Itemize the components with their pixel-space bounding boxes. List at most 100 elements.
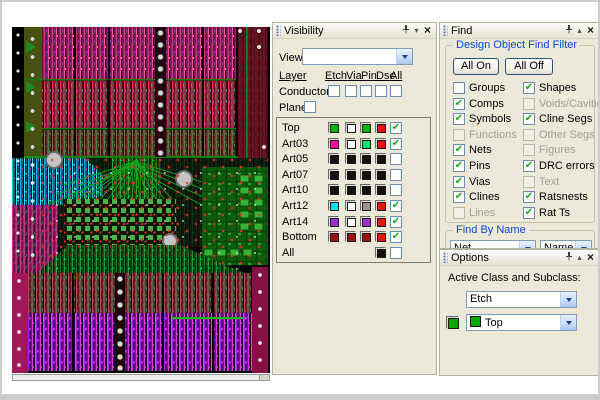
layer-all-checkbox[interactable] [390, 184, 402, 196]
chevron-down-icon[interactable] [575, 241, 591, 249]
planes-checkbox[interactable] [304, 101, 316, 113]
via-column-header[interactable]: Via [346, 70, 362, 82]
pin-icon[interactable] [563, 252, 574, 264]
find-checkbox-symbols[interactable]: ✔ [453, 113, 465, 125]
layer-all-checkbox[interactable] [390, 247, 402, 259]
layer-column-header[interactable]: Layer [279, 70, 307, 82]
layer-dsc-swatch[interactable] [375, 247, 386, 258]
layer-pin-swatch[interactable] [360, 153, 371, 164]
conductors-etch-checkbox[interactable] [328, 85, 340, 97]
pin-icon[interactable] [400, 25, 411, 37]
layer-all-checkbox[interactable] [390, 153, 402, 165]
find-checkbox-drc-errors[interactable]: ✔ [523, 160, 535, 172]
views-combo[interactable] [302, 48, 413, 65]
active-subclass-combo[interactable]: Top [466, 314, 577, 331]
options-titlebar[interactable]: Options ▴ × [440, 250, 599, 266]
grip-icon[interactable] [276, 25, 281, 36]
layer-dsc-swatch[interactable] [375, 184, 386, 195]
layer-etch-swatch[interactable] [328, 122, 339, 133]
find-checkbox-groups[interactable] [453, 82, 465, 94]
all-off-button[interactable]: All Off [505, 58, 553, 75]
chevron-down-icon[interactable] [560, 292, 576, 307]
chevron-down-icon[interactable] [519, 241, 535, 249]
layer-etch-swatch[interactable] [328, 138, 339, 149]
layer-pin-swatch[interactable] [360, 169, 371, 180]
layer-pin-swatch[interactable] [360, 200, 371, 211]
chevron-down-icon[interactable] [560, 315, 576, 330]
layer-pin-swatch[interactable] [360, 231, 371, 242]
layer-etch-swatch[interactable] [328, 184, 339, 195]
layer-pin-swatch[interactable] [360, 138, 371, 149]
layer-etch-swatch[interactable] [328, 231, 339, 242]
layer-dsc-swatch[interactable] [375, 216, 386, 227]
find-titlebar[interactable]: Find ▴ × [440, 23, 599, 39]
find-checkbox-pins[interactable]: ✔ [453, 160, 465, 172]
all-on-button[interactable]: All On [453, 58, 499, 75]
grip-icon[interactable] [443, 252, 448, 263]
collapse-icon[interactable]: ▾ [411, 25, 422, 36]
layer-all-checkbox[interactable]: ✔ [390, 231, 402, 243]
layer-via-swatch[interactable] [345, 184, 356, 195]
visibility-titlebar[interactable]: Visibility ▾ × [273, 23, 436, 39]
layer-via-swatch[interactable] [345, 169, 356, 180]
layer-dsc-swatch[interactable] [375, 122, 386, 133]
layer-etch-swatch[interactable] [328, 153, 339, 164]
chevron-down-icon[interactable] [396, 49, 412, 64]
pcb-hscrollbar[interactable] [12, 374, 270, 381]
find-checkbox-rat-ts[interactable]: ✔ [523, 207, 535, 219]
find-checkbox-vias[interactable]: ✔ [453, 176, 465, 188]
find-checkbox-clines[interactable]: ✔ [453, 191, 465, 203]
pcb-canvas[interactable] [12, 27, 270, 373]
layer-via-swatch[interactable] [345, 231, 356, 242]
layer-all-checkbox[interactable]: ✔ [390, 122, 402, 134]
layer-pin-swatch[interactable] [360, 184, 371, 195]
pin-icon[interactable] [563, 25, 574, 37]
layer-all-checkbox[interactable]: ✔ [390, 200, 402, 212]
layer-dsc-swatch[interactable] [375, 153, 386, 164]
group-title: Design Object Find Filter [453, 39, 580, 51]
layer-etch-swatch[interactable] [328, 216, 339, 227]
layer-via-swatch[interactable] [345, 122, 356, 133]
close-icon[interactable]: × [422, 25, 433, 36]
layer-all-checkbox[interactable]: ✔ [390, 216, 402, 228]
layer-dsc-swatch[interactable] [375, 169, 386, 180]
subclass-name: Top [485, 317, 503, 329]
collapse-icon[interactable]: ▴ [574, 25, 585, 36]
layer-pin-swatch[interactable] [360, 122, 371, 133]
layer-via-swatch[interactable] [345, 153, 356, 164]
find-checkbox-comps[interactable]: ✔ [453, 98, 465, 110]
conductors-all-checkbox[interactable] [390, 85, 402, 97]
close-icon[interactable]: × [585, 25, 596, 36]
layer-via-swatch[interactable] [345, 200, 356, 211]
layer-via-swatch[interactable] [345, 216, 356, 227]
layer-dsc-swatch[interactable] [375, 200, 386, 211]
find-checkbox-cline-segs[interactable]: ✔ [523, 113, 535, 125]
collapse-icon[interactable]: ▴ [574, 252, 585, 263]
find-by-name-type-combo[interactable]: Net [450, 240, 536, 249]
find-label-voids-cavities: Voids/Cavities [539, 98, 600, 110]
grip-icon[interactable] [443, 25, 448, 36]
close-icon[interactable]: × [585, 252, 596, 263]
find-checkbox-nets[interactable]: ✔ [453, 144, 465, 156]
all-column-header[interactable]: All [390, 70, 402, 82]
layer-etch-swatch[interactable] [328, 200, 339, 211]
active-class-combo[interactable]: Etch [466, 291, 577, 308]
conductors-via-checkbox[interactable] [345, 85, 357, 97]
find-checkbox-ratsnests[interactable]: ✔ [523, 191, 535, 203]
find-checkbox-shapes[interactable]: ✔ [523, 82, 535, 94]
layer-pin-swatch[interactable] [360, 216, 371, 227]
find-by-name-mode-combo[interactable]: Name [540, 240, 592, 249]
layer-all-checkbox[interactable] [390, 169, 402, 181]
pin-column-header[interactable]: Pin [361, 70, 377, 82]
etch-column-header[interactable]: Etch [325, 70, 347, 82]
subclass-color-swatch[interactable] [446, 316, 459, 329]
conductors-pin-checkbox[interactable] [360, 85, 372, 97]
scrollbar-button[interactable] [259, 375, 269, 380]
layer-etch-swatch[interactable] [328, 169, 339, 180]
conductors-dsc-checkbox[interactable] [375, 85, 387, 97]
layer-dsc-swatch[interactable] [375, 138, 386, 149]
layer-via-swatch[interactable] [345, 138, 356, 149]
layer-all-checkbox[interactable]: ✔ [390, 138, 402, 150]
layer-dsc-swatch[interactable] [375, 231, 386, 242]
find-label-clines: Clines [469, 191, 500, 203]
